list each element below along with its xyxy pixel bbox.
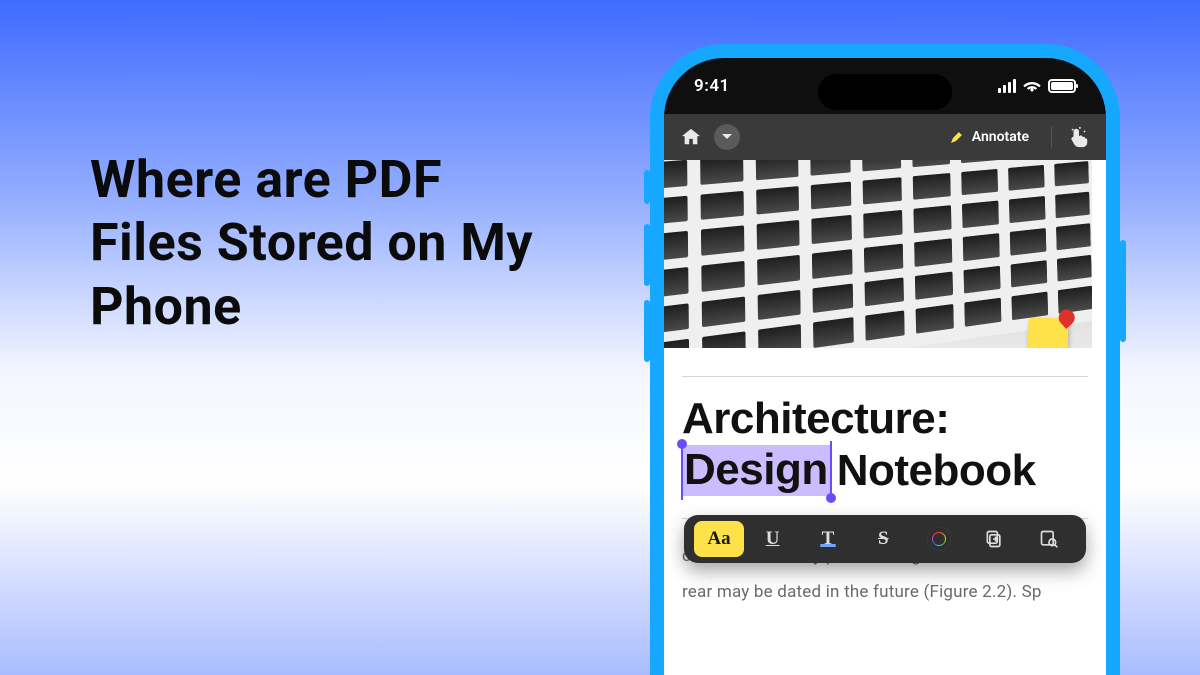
- home-icon[interactable]: [680, 127, 702, 147]
- annotation-toolbar: Aa U T S: [684, 515, 1086, 563]
- highlighter-icon: [948, 128, 966, 146]
- divider: [1051, 126, 1052, 148]
- battery-icon: [1048, 79, 1076, 93]
- phone-mockup: 9:41: [650, 44, 1120, 675]
- body-line: rear may be dated in the future (Figure …: [682, 575, 1088, 611]
- chevron-down-icon[interactable]: [714, 124, 740, 150]
- tool-search[interactable]: [1023, 521, 1076, 557]
- document-image: [664, 160, 1092, 348]
- tool-color[interactable]: [912, 521, 965, 557]
- cellular-icon: [998, 79, 1016, 93]
- tool-highlight[interactable]: Aa: [694, 521, 744, 557]
- sticky-note-icon[interactable]: [1027, 317, 1068, 348]
- phone-screen: 9:41: [664, 58, 1106, 675]
- selected-word[interactable]: Design: [682, 445, 831, 497]
- status-time: 9:41: [694, 76, 730, 96]
- phone-shell: 9:41: [650, 44, 1120, 675]
- hero-headline: Where are PDF Files Stored on My Phone: [90, 148, 550, 338]
- document-viewport[interactable]: Architecture: Design Notebook: [664, 160, 1106, 675]
- document-title[interactable]: Architecture: Design Notebook: [682, 395, 1088, 496]
- wifi-icon: [1023, 79, 1041, 93]
- annotate-label: Annotate: [972, 129, 1029, 145]
- underline-glyph: U: [766, 528, 780, 550]
- phone-side-button: [1120, 240, 1126, 342]
- strike-glyph: S: [878, 528, 889, 550]
- squiggly-glyph: T: [822, 528, 835, 550]
- status-icons: [998, 79, 1076, 93]
- document-title-rest: Notebook: [837, 447, 1036, 495]
- color-wheel-icon: [927, 527, 951, 551]
- selection-handle-start[interactable]: [677, 439, 687, 449]
- annotate-button[interactable]: Annotate: [948, 128, 1029, 146]
- tool-copy[interactable]: [967, 521, 1020, 557]
- dynamic-island: [818, 74, 952, 110]
- selected-word-text: Design: [684, 445, 828, 494]
- document-title-line1: Architecture:: [682, 395, 1088, 443]
- tool-strikeout[interactable]: S: [857, 521, 910, 557]
- selection-handle-end[interactable]: [826, 493, 836, 503]
- app-toolbar: Annotate: [664, 114, 1106, 160]
- divider: [682, 376, 1088, 377]
- touch-mode-icon[interactable]: [1068, 126, 1090, 148]
- tool-underline[interactable]: U: [746, 521, 799, 557]
- tool-squiggly[interactable]: T: [801, 521, 854, 557]
